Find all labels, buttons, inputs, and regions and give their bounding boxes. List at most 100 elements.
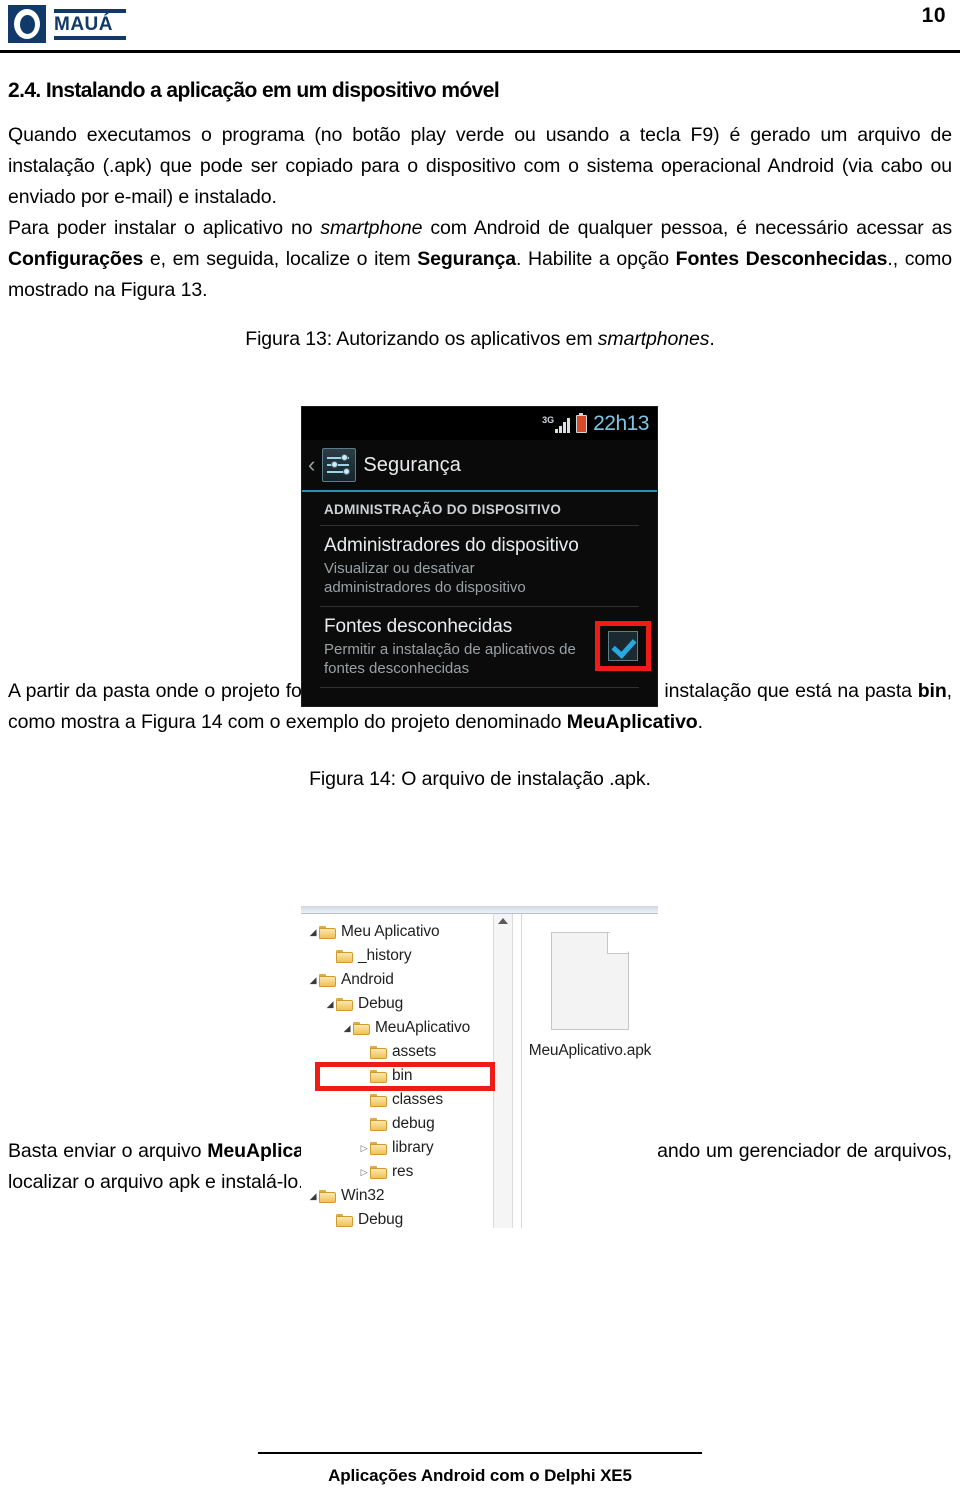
tree-row-debug[interactable]: Debug [303,1208,493,1228]
tree-row-assets[interactable]: assets [303,1040,493,1064]
signal-icon: 3G [542,415,571,433]
fig13-caption-italic: smartphones [597,328,710,350]
tree-row-label: MeuAplicativo [375,1019,471,1036]
figure-13-caption: Figura 13: Autorizando os aplicativos em… [8,324,952,354]
p3-e: . [697,711,703,733]
paragraph-intro: Quando executamos o programa (no botão p… [8,120,952,213]
folder-icon [336,997,353,1011]
chevron-down-icon[interactable]: ◢ [307,1190,319,1202]
file-list-pane[interactable]: MeuAplicativo.apk [522,914,658,1228]
tree-row-label: _history [358,947,412,964]
folder-icon [370,1141,387,1155]
folder-icon [370,1069,387,1083]
maua-wordmark: MAUÁ [54,8,126,40]
tree-row-label: bin [392,1067,413,1084]
p2-smartphone: smartphone [320,217,423,239]
fig13-caption-a: Figura 13: Autorizando os aplicativos em [245,328,598,350]
tree-row-label: res [392,1163,414,1180]
figure-14-caption: Figura 14: O arquivo de instalação .apk. [309,768,651,790]
tree-row-classes[interactable]: classes [303,1088,493,1112]
tree-row-label: library [392,1139,434,1156]
folder-icon [319,925,336,939]
settings-row-unknown-sources[interactable]: Fontes desconhecidas Permitir a instalaç… [302,607,657,687]
tree-row-meuaplicativo[interactable]: ◢ MeuAplicativo [303,1016,493,1040]
chevron-down-icon[interactable]: ◢ [307,926,319,938]
page-header: MAUÁ 10 [0,0,960,56]
header-divider [0,50,960,53]
p2-configuracoes: Configurações [8,248,144,270]
logo-bar-top [54,8,126,13]
android-settings-list: ADMINISTRAÇÃO DO DISPOSITIVO Administrad… [302,492,657,688]
tree-row-win32[interactable]: ◢ Win32 [303,1184,493,1208]
tree-row-meu-aplicativo[interactable]: ◢ Meu Aplicativo [303,920,493,944]
tree-row-history[interactable]: _history [303,944,493,968]
folder-icon [336,1213,353,1227]
fig13-caption-c: . [709,328,715,350]
vertical-scrollbar[interactable] [493,914,513,1228]
android-status-bar: 3G 22h13 [302,407,657,440]
maua-ring-icon [8,5,46,43]
chevron-down-icon[interactable]: ◢ [324,998,336,1010]
explorer-panes: ◢ Meu Aplicativo _history ◢ Android ◢ Debug ◢ Me… [301,914,658,1228]
paragraph-config: Para poder instalar o aplicativo no smar… [8,213,952,306]
figure-14-explorer-screenshot: ◢ Meu Aplicativo _history ◢ Android ◢ Debug ◢ Me… [301,906,658,1228]
back-chevron-icon[interactable]: ‹ [308,454,315,476]
paragraph-intro-text: Quando executamos o programa (no botão p… [8,124,952,208]
page-title: 2.4. Instalando a aplicação em um dispos… [8,79,500,102]
folder-icon [370,1093,387,1107]
chevron-right-icon[interactable]: ▷ [358,1142,370,1154]
tree-row-label: debug [392,1115,435,1132]
status-clock: 22h13 [593,412,649,435]
footer-divider [258,1452,702,1454]
p2-e: e, em seguida, localize o item [143,248,418,270]
tree-row-label: Meu Aplicativo [341,923,440,940]
figure-13-android-security-screenshot: 3G 22h13 ‹ Segurança ADMINISTRAÇÃO DO DI… [301,406,658,707]
tree-row-label: assets [392,1043,437,1060]
tree-row-android[interactable]: ◢ Android [303,968,493,992]
logo-bar-bottom [54,35,126,40]
unknown-sources-checkbox[interactable] [608,631,638,661]
maua-logo: MAUÁ [8,5,126,43]
p3-bin: bin [917,680,947,702]
signal-bars-icon [555,417,571,433]
settings-row-device-admin[interactable]: Administradores do dispositivo Visualiza… [302,526,657,606]
tree-row-debug[interactable]: ◢ Debug [303,992,493,1016]
p2-a: Para poder instalar o aplicativo no [8,217,321,239]
tree-row-library[interactable]: ▷ library [303,1136,493,1160]
unknown-sources-highlight-box [595,621,651,671]
folder-icon [370,1165,387,1179]
chevron-right-icon[interactable]: ▷ [358,1166,370,1178]
row-title: Fontes desconhecidas [324,616,513,637]
tree-row-bin[interactable]: bin [303,1064,493,1088]
chevron-down-icon[interactable]: ◢ [341,1022,353,1034]
folder-icon [370,1117,387,1131]
apk-file-label: MeuAplicativo.apk [528,1042,652,1059]
settings-sliders-icon [322,448,357,482]
android-screen-title: Segurança [363,453,461,476]
pane-divider [513,914,522,1228]
battery-icon [576,412,588,433]
folder-tree[interactable]: ◢ Meu Aplicativo _history ◢ Android ◢ Debug ◢ Me… [301,914,495,1228]
p3-meuaplicativo: MeuAplicativo [566,711,698,733]
folder-icon [336,949,353,963]
page-number: 10 [921,4,946,27]
p2-c: com Android de qualquer pessoa, é necess… [422,217,952,239]
apk-file-icon[interactable] [551,932,629,1030]
logo-word-text: MAUÁ [54,13,113,35]
row-title: Administradores do dispositivo [324,535,579,556]
p4-a: Basta enviar o arquivo [8,1140,208,1162]
tree-row-label: Android [341,971,394,988]
scroll-up-arrow-icon[interactable] [498,918,508,924]
p2-g: . Habilite a opção [516,248,676,270]
folder-icon [353,1021,370,1035]
folder-icon [319,973,336,987]
tree-row-label: Win32 [341,1187,385,1204]
chevron-down-icon[interactable]: ◢ [307,974,319,986]
settings-section-header: ADMINISTRAÇÃO DO DISPOSITIVO [324,502,562,517]
list-divider [320,687,639,688]
tree-row-res[interactable]: ▷ res [303,1160,493,1184]
folder-icon [319,1189,336,1203]
android-title-bar[interactable]: ‹ Segurança [302,440,657,492]
explorer-toolbar [301,906,658,914]
tree-row-debug[interactable]: debug [303,1112,493,1136]
